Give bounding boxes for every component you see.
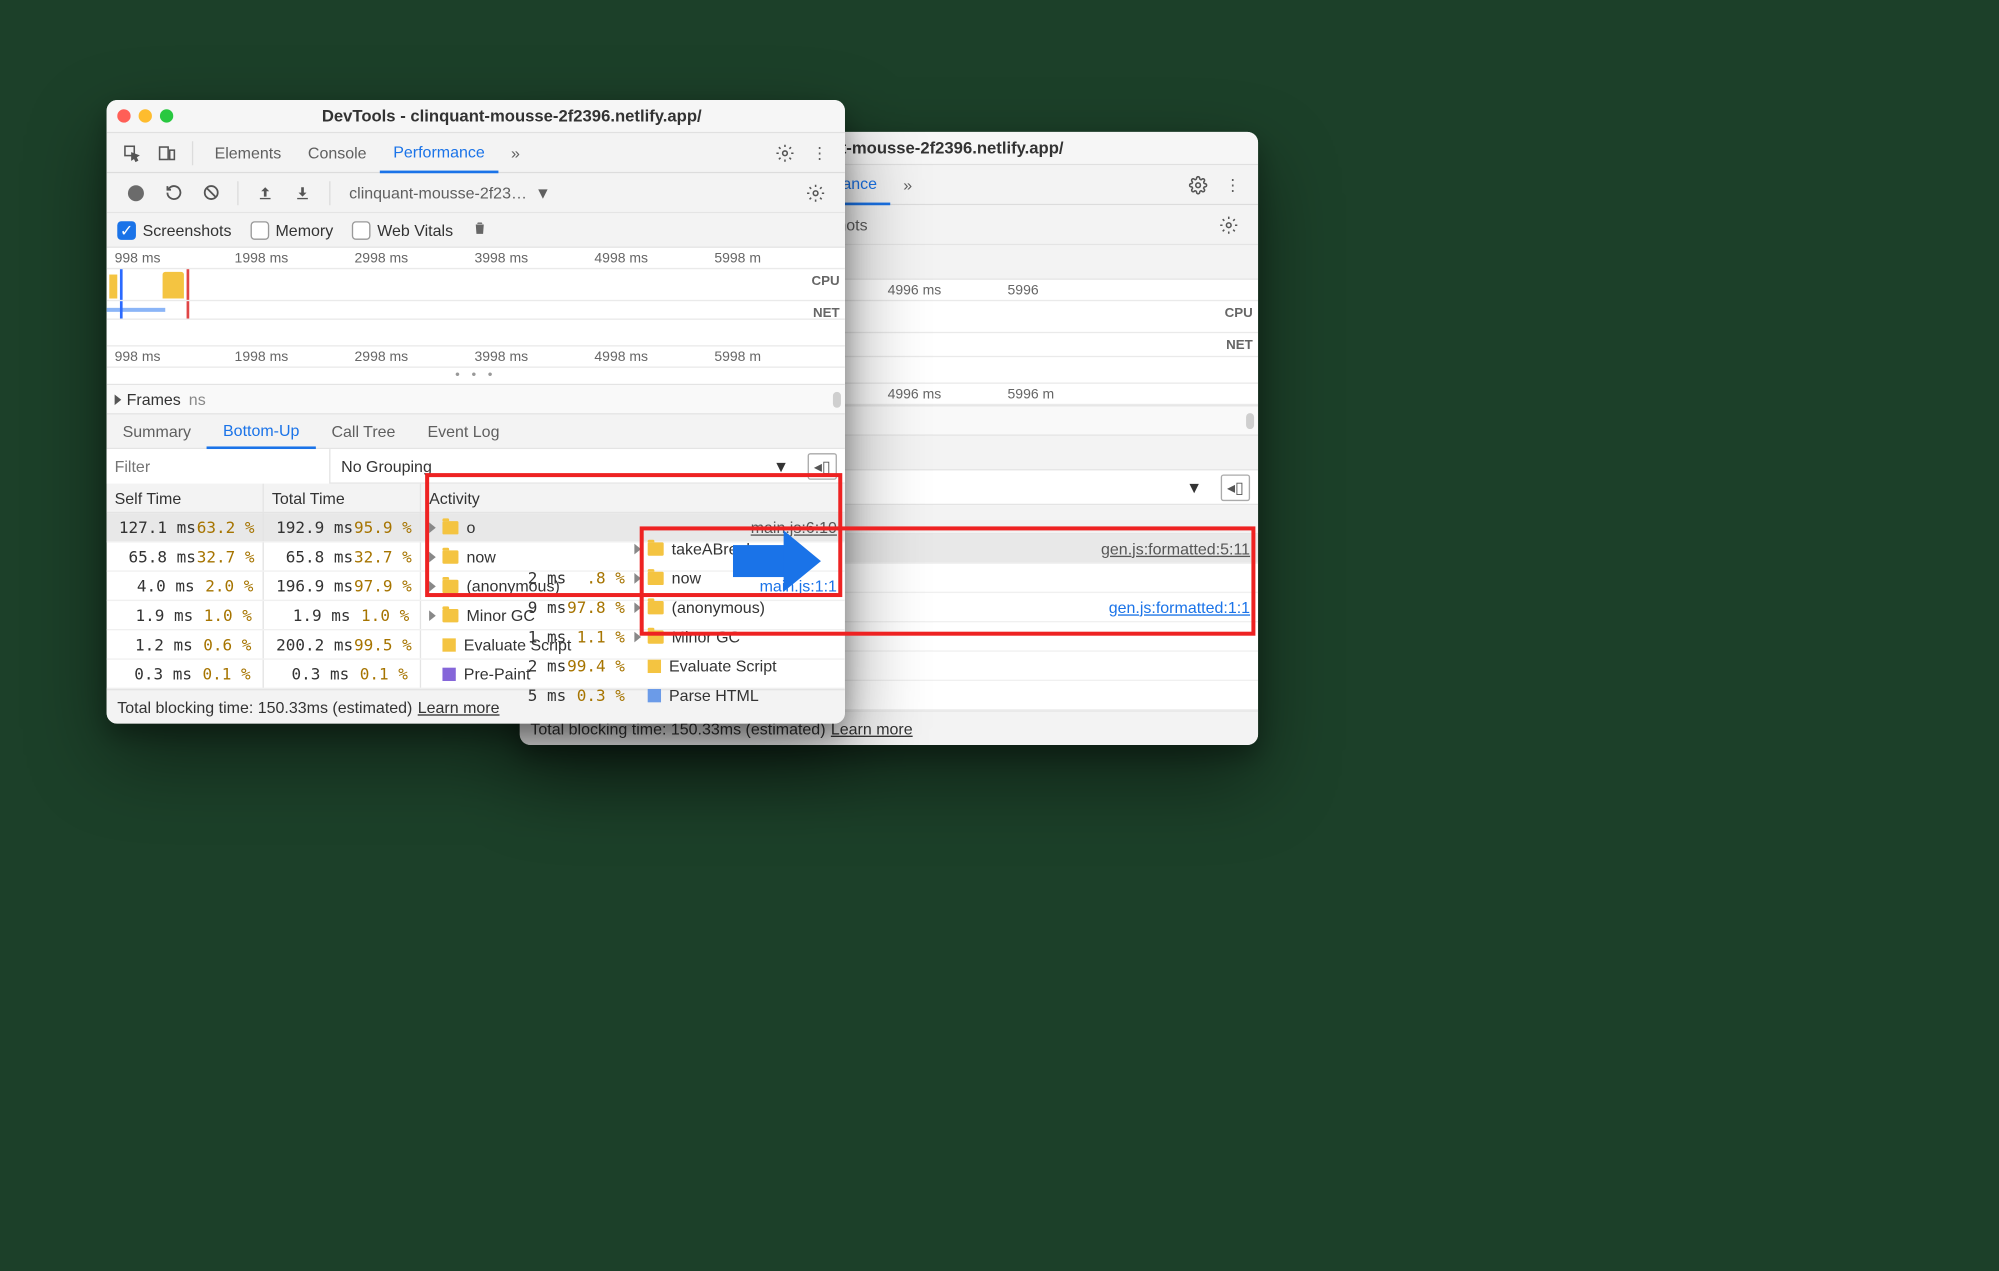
table-row[interactable]: 0.3 ms0.1 %0.3 ms0.1 %Pre-Paint xyxy=(107,660,845,689)
disclosure-triangle-icon[interactable] xyxy=(115,394,122,405)
download-icon[interactable] xyxy=(291,181,315,205)
expand-icon[interactable] xyxy=(429,610,436,621)
reload-icon[interactable] xyxy=(161,181,185,205)
scrollbar-pill[interactable] xyxy=(833,392,841,408)
folder-icon xyxy=(442,520,458,533)
source-link[interactable]: gen.js:formatted:1:1 xyxy=(1109,598,1250,617)
titlebar-1: DevTools - clinquant-mousse-2f2396.netli… xyxy=(107,100,845,133)
filter-input[interactable] xyxy=(107,448,331,483)
clear-icon[interactable] xyxy=(199,181,223,205)
marker-red xyxy=(187,269,189,300)
more-tabs-icon-2[interactable]: » xyxy=(896,173,920,197)
subtabs-1: Summary Bottom-Up Call Tree Event Log xyxy=(107,414,845,449)
source-link[interactable]: gen.js:formatted:5:11 xyxy=(1101,539,1250,558)
screenshots-label: Screenshots xyxy=(143,221,232,240)
subtab-bottomup[interactable]: Bottom-Up xyxy=(207,414,315,449)
net-label-2: NET xyxy=(1226,339,1253,354)
activity-name: o xyxy=(466,518,750,537)
activity-name: Pre-Paint xyxy=(464,664,837,683)
kebab-icon-2[interactable]: ⋮ xyxy=(1221,173,1245,197)
filter-row-1: No Grouping▼ ◂▯ xyxy=(107,449,845,484)
zoom-window-icon[interactable] xyxy=(160,109,173,122)
window-title-1: DevTools - clinquant-mousse-2f2396.netli… xyxy=(189,107,834,126)
tab-elements[interactable]: Elements xyxy=(201,133,294,173)
close-window-icon[interactable] xyxy=(117,109,130,122)
folder-icon xyxy=(442,579,458,592)
memory-label: Memory xyxy=(275,221,333,240)
expand-icon[interactable] xyxy=(429,580,436,591)
url-dropdown[interactable]: clinquant-mousse-2f23…▼ xyxy=(349,183,551,202)
timeline-ruler-top: 998 ms1998 ms2998 ms3998 ms4998 ms5998 m xyxy=(107,248,845,269)
activity-name: Minor GC xyxy=(466,606,836,625)
col-activity[interactable]: Activity xyxy=(421,484,845,512)
activity-name: (anonymous) xyxy=(466,576,759,595)
subtab-calltree[interactable]: Call Tree xyxy=(315,414,411,449)
table-row[interactable]: 1.9 ms1.0 %1.9 ms1.0 %Minor GC xyxy=(107,601,845,630)
webvitals-checkbox[interactable] xyxy=(352,221,371,240)
grouping-select[interactable]: No Grouping▼ xyxy=(331,456,800,475)
table-row[interactable]: 127.1 ms63.2 %192.9 ms95.9 %omain.js:6:1… xyxy=(107,513,845,542)
parse-icon xyxy=(648,688,661,701)
gear-icon[interactable] xyxy=(773,141,797,165)
gear-icon-2[interactable] xyxy=(1186,173,1210,197)
minimize-window-icon[interactable] xyxy=(139,109,152,122)
sidebar-toggle[interactable]: ◂▯ xyxy=(808,452,837,479)
col-total-time[interactable]: Total Time xyxy=(264,484,421,512)
folder-icon xyxy=(442,550,458,563)
col-self-time[interactable]: Self Time xyxy=(107,484,264,512)
device-toggle-icon[interactable] xyxy=(155,141,179,165)
subtab-summary[interactable]: Summary xyxy=(107,414,207,449)
frames-row-1[interactable]: Frames ns xyxy=(107,385,845,414)
cpu-lane: CPU xyxy=(107,269,845,301)
trash-icon[interactable] xyxy=(472,220,488,240)
record-icon[interactable] xyxy=(124,181,148,205)
tabbar-1: Elements Console Performance » ⋮ xyxy=(107,133,845,173)
paint-icon xyxy=(442,667,455,680)
learn-more-link[interactable]: Learn more xyxy=(418,698,500,717)
net-lane: NET xyxy=(107,301,845,320)
webvitals-label: Web Vitals xyxy=(377,221,453,240)
subtab-eventlog[interactable]: Event Log xyxy=(411,414,515,449)
sidebar-toggle-2[interactable]: ◂▯ xyxy=(1221,474,1250,501)
memory-checkbox[interactable] xyxy=(250,221,269,240)
table-row[interactable]: 1.2 ms0.6 %200.2 ms99.5 %Evaluate Script xyxy=(107,630,845,659)
expand-icon[interactable] xyxy=(429,522,436,533)
tab-performance[interactable]: Performance xyxy=(380,133,498,173)
tab-console[interactable]: Console xyxy=(295,133,380,173)
gear-icon-toolbar-2[interactable] xyxy=(1217,213,1241,237)
learn-more-link-2[interactable]: Learn more xyxy=(831,719,913,738)
upload-icon[interactable] xyxy=(253,181,277,205)
activity-name: Parse HTML xyxy=(669,686,1250,705)
timeline-ruler-bottom: 998 ms1998 ms2998 ms3998 ms4998 ms5998 m xyxy=(107,347,845,368)
footer-text: Total blocking time: 150.33ms (estimated… xyxy=(117,698,412,717)
marker-blue xyxy=(120,269,122,300)
checkbox-row-1: ✓ Screenshots Memory Web Vitals xyxy=(107,213,845,248)
expand-icon[interactable] xyxy=(429,551,436,562)
activity-name: Evaluate Script xyxy=(464,635,837,654)
more-tabs-icon[interactable]: » xyxy=(503,141,527,165)
toolbar-1: clinquant-mousse-2f23…▼ xyxy=(107,173,845,213)
gear-icon-toolbar[interactable] xyxy=(804,181,828,205)
cpu-label-2: CPU xyxy=(1225,307,1253,322)
kebab-icon[interactable]: ⋮ xyxy=(808,141,832,165)
folder-icon xyxy=(442,608,458,621)
timeline-1[interactable]: 998 ms1998 ms2998 ms3998 ms4998 ms5998 m… xyxy=(107,248,845,385)
screenshots-checkbox[interactable]: ✓ xyxy=(117,221,136,240)
traffic-lights[interactable] xyxy=(117,109,173,122)
select-element-icon[interactable] xyxy=(120,141,144,165)
scrollbar-pill-2[interactable] xyxy=(1246,413,1254,429)
script-icon xyxy=(442,638,455,651)
